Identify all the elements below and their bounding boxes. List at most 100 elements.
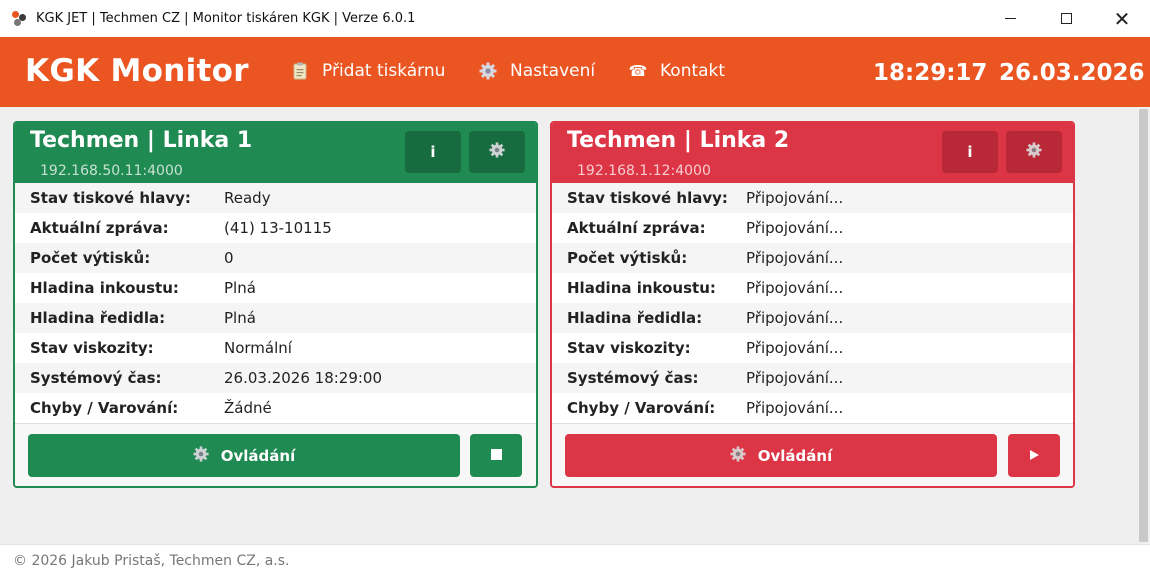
- gear-icon: [478, 62, 498, 80]
- app-header: KGK Monitor Přidat tiskárnu Nastavení ☎ …: [0, 37, 1150, 107]
- printer-card-header: Techmen | Linka 2 192.168.1.12:4000 i: [552, 123, 1073, 183]
- status-row: Aktuální zpráva: (41) 13-10115: [15, 213, 536, 243]
- status-row: Hladina ředidla: Plná: [15, 303, 536, 333]
- gear-icon: [489, 142, 505, 162]
- status-label: Hladina ředidla:: [30, 309, 166, 327]
- status-value: Připojování...: [746, 249, 844, 267]
- status-label: Stav viskozity:: [567, 339, 691, 357]
- status-label: Chyby / Varování:: [567, 399, 716, 417]
- printer-card-linka-2: Techmen | Linka 2 192.168.1.12:4000 i St…: [550, 121, 1075, 488]
- stop-button[interactable]: [470, 434, 522, 477]
- status-label: Aktuální zpráva:: [30, 219, 169, 237]
- status-row: Počet výtisků: Připojování...: [552, 243, 1073, 273]
- status-value: Připojování...: [746, 219, 844, 237]
- copyright-text: © 2026 Jakub Pristaš, Techmen CZ, a.s.: [13, 553, 290, 569]
- start-button[interactable]: [1008, 434, 1060, 477]
- status-value: 26.03.2026 18:29:00: [224, 369, 383, 387]
- nav-add-printer[interactable]: Přidat tiskárnu: [290, 61, 445, 81]
- printer-card-linka-1: Techmen | Linka 1 192.168.50.11:4000 i S…: [13, 121, 538, 488]
- maximize-button[interactable]: [1038, 0, 1094, 37]
- status-row: Hladina ředidla: Připojování...: [552, 303, 1073, 333]
- status-value: Připojování...: [746, 309, 844, 327]
- nav-settings[interactable]: Nastavení: [478, 61, 595, 81]
- play-icon: [1029, 448, 1039, 464]
- status-value: Plná: [224, 309, 256, 327]
- minimize-icon: [1004, 18, 1016, 19]
- status-value: Plná: [224, 279, 256, 297]
- close-icon: ✕: [1113, 6, 1131, 31]
- status-row: Chyby / Varování: Žádné: [15, 393, 536, 423]
- window-controls: ✕: [982, 0, 1150, 37]
- status-value: Žádné: [224, 399, 272, 417]
- status-label: Systémový čas:: [30, 369, 162, 387]
- clipboard-icon: [290, 62, 310, 80]
- printer-ip: 192.168.1.12:4000: [577, 163, 711, 179]
- status-row: Systémový čas: 26.03.2026 18:29:00: [15, 363, 536, 393]
- window-title: KGK JET | Techmen CZ | Monitor tiskáren …: [36, 11, 416, 26]
- status-value: Připojování...: [746, 369, 844, 387]
- header-date: 26.03.2026: [999, 60, 1145, 86]
- brand-title[interactable]: KGK Monitor: [25, 53, 249, 89]
- vertical-scrollbar[interactable]: [1137, 107, 1150, 544]
- info-button[interactable]: i: [942, 131, 998, 173]
- status-row: Hladina inkoustu: Připojování...: [552, 273, 1073, 303]
- status-value: Připojování...: [746, 189, 844, 207]
- status-label: Stav tiskové hlavy:: [567, 189, 728, 207]
- status-row: Počet výtisků: 0: [15, 243, 536, 273]
- status-label: Stav viskozity:: [30, 339, 154, 357]
- status-label: Stav tiskové hlavy:: [30, 189, 191, 207]
- status-label: Aktuální zpráva:: [567, 219, 706, 237]
- phone-icon: ☎: [628, 62, 648, 80]
- gear-icon: [1026, 142, 1042, 162]
- gear-icon: [730, 445, 746, 466]
- window-titlebar: KGK JET | Techmen CZ | Monitor tiskáren …: [0, 0, 1150, 37]
- printer-card-footer: Ovládání: [15, 423, 536, 486]
- control-button-label: Ovládání: [220, 446, 296, 465]
- printer-name: Techmen | Linka 1: [30, 128, 253, 153]
- status-row: Stav viskozity: Normální: [15, 333, 536, 363]
- control-button-label: Ovládání: [757, 446, 833, 465]
- status-row: Systémový čas: Připojování...: [552, 363, 1073, 393]
- gear-icon: [193, 445, 209, 466]
- status-row: Stav tiskové hlavy: Ready: [15, 183, 536, 213]
- printer-status-list: Stav tiskové hlavy: Připojování... Aktuál…: [552, 183, 1073, 423]
- status-value: Připojování...: [746, 279, 844, 297]
- status-label: Počet výtisků:: [30, 249, 151, 267]
- status-label: Počet výtisků:: [567, 249, 688, 267]
- status-value: 0: [224, 249, 234, 267]
- printer-ip: 192.168.50.11:4000: [40, 163, 183, 179]
- status-row: Stav tiskové hlavy: Připojování...: [552, 183, 1073, 213]
- control-button[interactable]: Ovládání: [28, 434, 460, 477]
- printer-card-footer: Ovládání: [552, 423, 1073, 486]
- minimize-button[interactable]: [982, 0, 1038, 37]
- status-value: Normální: [224, 339, 292, 357]
- stop-icon: [490, 448, 502, 464]
- status-label: Systémový čas:: [567, 369, 699, 387]
- scrollbar-thumb[interactable]: [1139, 109, 1148, 542]
- status-value: Připojování...: [746, 399, 844, 417]
- header-clock: 18:29:17: [873, 60, 988, 86]
- control-button[interactable]: Ovládání: [565, 434, 997, 477]
- maximize-icon: [1060, 13, 1072, 24]
- nav-add-printer-label: Přidat tiskárnu: [322, 61, 446, 81]
- close-button[interactable]: ✕: [1094, 0, 1150, 37]
- nav-settings-label: Nastavení: [510, 61, 596, 81]
- printer-card-header: Techmen | Linka 1 192.168.50.11:4000 i: [15, 123, 536, 183]
- printer-name: Techmen | Linka 2: [567, 128, 790, 153]
- settings-button[interactable]: [1006, 131, 1062, 173]
- status-row: Hladina inkoustu: Plná: [15, 273, 536, 303]
- app-logo-icon: [12, 10, 28, 27]
- status-label: Chyby / Varování:: [30, 399, 179, 417]
- settings-button[interactable]: [469, 131, 525, 173]
- status-row: Stav viskozity: Připojování...: [552, 333, 1073, 363]
- status-value: Připojování...: [746, 339, 844, 357]
- status-label: Hladina inkoustu:: [30, 279, 179, 297]
- status-row: Chyby / Varování: Připojování...: [552, 393, 1073, 423]
- nav-contact[interactable]: ☎ Kontakt: [628, 61, 725, 81]
- nav-contact-label: Kontakt: [660, 61, 726, 81]
- printer-status-list: Stav tiskové hlavy: Ready Aktuální zpráva…: [15, 183, 536, 423]
- page-footer: © 2026 Jakub Pristaš, Techmen CZ, a.s.: [0, 544, 1150, 575]
- info-button[interactable]: i: [405, 131, 461, 173]
- status-label: Hladina ředidla:: [567, 309, 703, 327]
- status-label: Hladina inkoustu:: [567, 279, 716, 297]
